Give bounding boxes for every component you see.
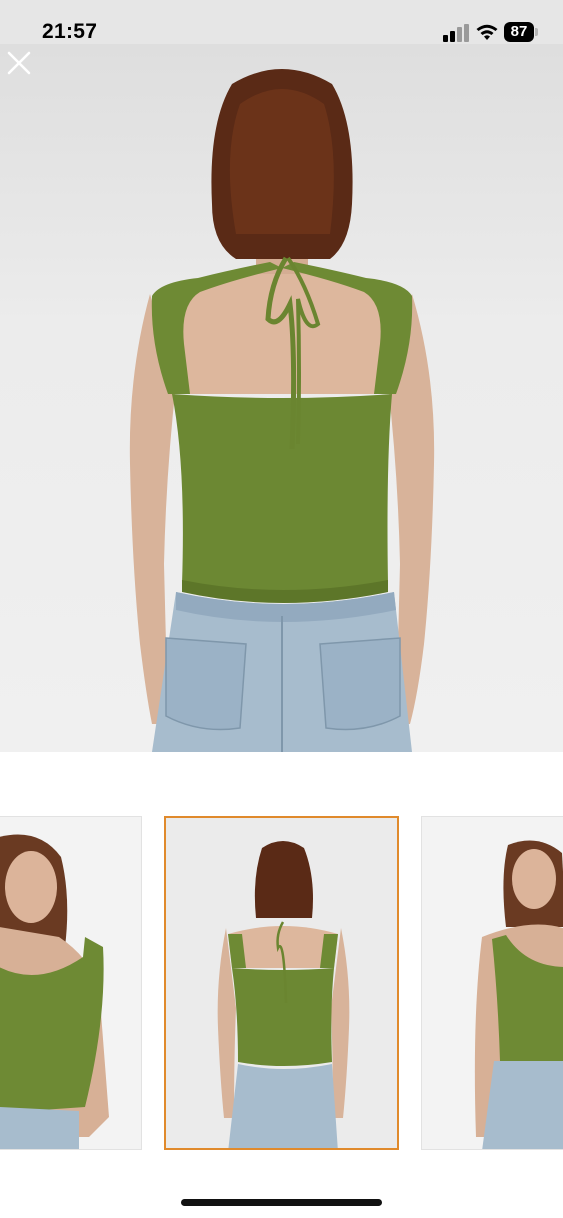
thumbnail-3[interactable]	[421, 816, 563, 1150]
battery-level: 87	[510, 23, 528, 40]
wifi-icon	[476, 24, 498, 40]
home-indicator[interactable]	[181, 1199, 382, 1206]
thumbnail-2-selected[interactable]	[164, 816, 399, 1150]
product-photo-back-view	[129, 69, 435, 752]
product-main-image[interactable]	[0, 44, 563, 752]
product-photo-back-view	[166, 818, 397, 1148]
product-photo-front-view	[474, 840, 563, 1149]
thumbnail-strip	[0, 816, 563, 1152]
battery-cap	[535, 28, 538, 36]
signal-icon	[443, 24, 469, 42]
battery-icon: 87	[504, 22, 534, 42]
status-time: 21:57	[42, 20, 98, 43]
close-icon[interactable]	[0, 44, 38, 82]
thumbnail-1[interactable]	[0, 816, 142, 1150]
status-bar: 21:57 87	[0, 0, 563, 44]
product-photo-front-angle	[0, 834, 109, 1149]
